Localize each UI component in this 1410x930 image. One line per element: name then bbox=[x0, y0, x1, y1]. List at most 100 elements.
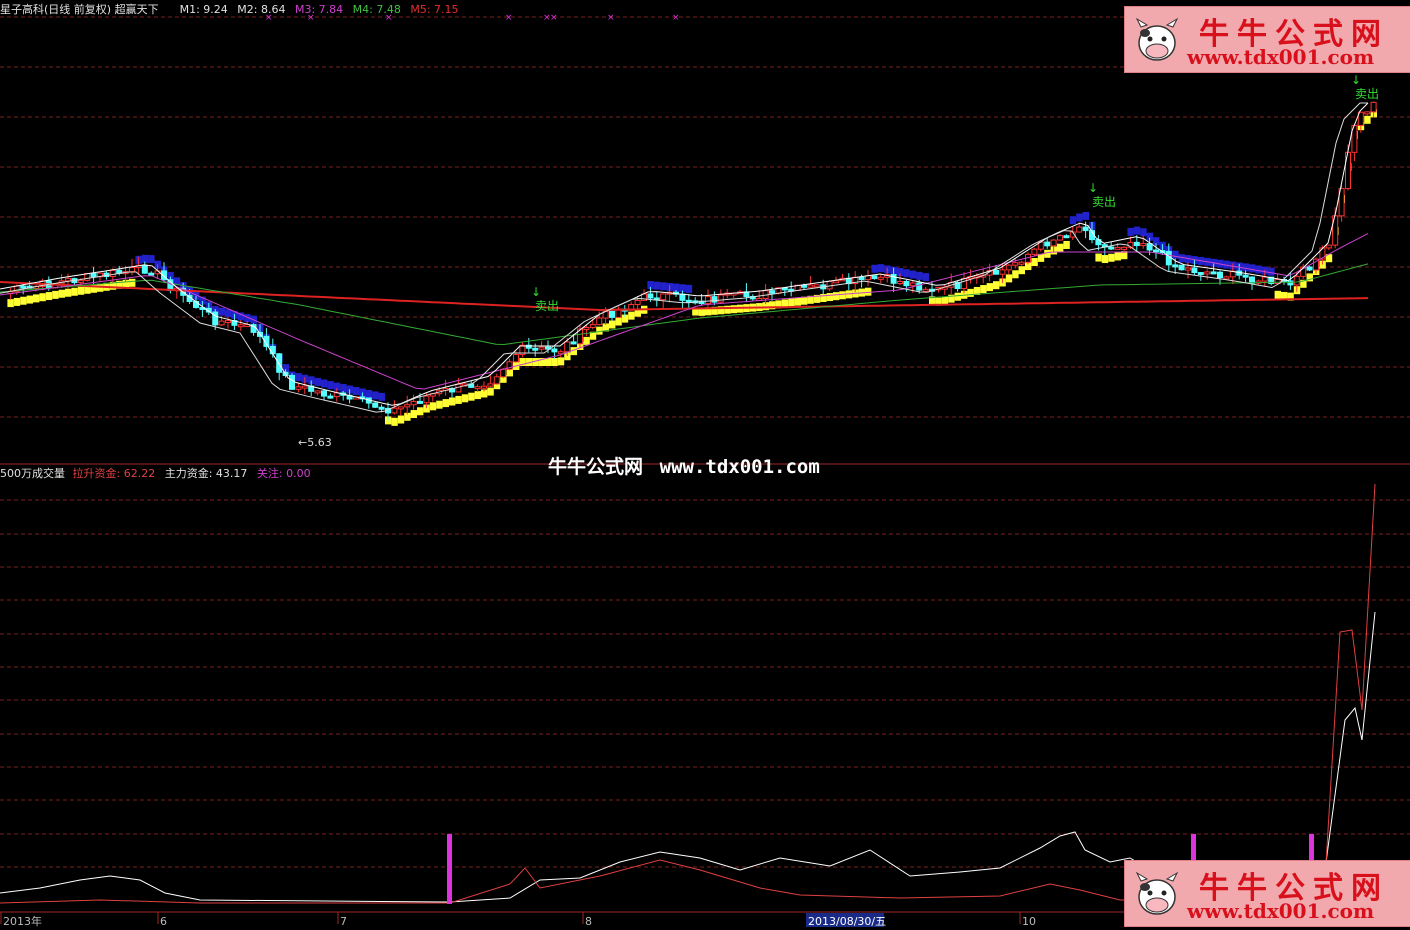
fall-band-block bbox=[372, 391, 379, 400]
candle-body bbox=[1197, 272, 1204, 276]
fall-band-block bbox=[685, 284, 693, 293]
fall-band-block bbox=[1082, 211, 1089, 220]
candle-body bbox=[916, 282, 923, 291]
rise-band-block bbox=[13, 297, 21, 306]
rise-band-block bbox=[1364, 115, 1371, 124]
candle-body bbox=[1018, 261, 1025, 265]
rise-band-block bbox=[1095, 253, 1102, 262]
rise-band-block bbox=[455, 395, 462, 404]
candle-body bbox=[417, 400, 423, 404]
rise-band-block bbox=[545, 358, 552, 366]
candle-body bbox=[564, 341, 571, 353]
candle-body bbox=[378, 406, 385, 410]
fall-band-block bbox=[225, 309, 232, 318]
candle-body bbox=[481, 385, 487, 389]
candle-body bbox=[596, 317, 603, 326]
fall-band-block bbox=[295, 373, 302, 382]
rise-band-block bbox=[1101, 255, 1109, 264]
candle-body bbox=[148, 272, 155, 276]
rise-band-block bbox=[391, 417, 398, 426]
signal-marker: × bbox=[607, 13, 615, 23]
rise-band-block bbox=[77, 286, 85, 295]
candle-body bbox=[685, 299, 692, 303]
candle-body bbox=[269, 345, 276, 355]
rise-band-block bbox=[788, 298, 795, 307]
rise-band-block bbox=[1005, 274, 1013, 283]
site-logo-bottom: 牛牛公式网 www.tdx001.com bbox=[1124, 860, 1410, 927]
signal-marker: × bbox=[672, 13, 680, 23]
rise-band-block bbox=[551, 358, 558, 366]
candle-body bbox=[218, 320, 225, 326]
candle-body bbox=[493, 376, 500, 385]
rise-band-block bbox=[596, 326, 603, 335]
candle-body bbox=[538, 346, 545, 350]
rise-band-block bbox=[583, 336, 590, 345]
arrow-down-icon: ↓ bbox=[531, 285, 541, 299]
candle-body bbox=[705, 296, 711, 305]
signal-marker: × bbox=[505, 13, 513, 23]
cursor-date-label: 2013/08/30/五 bbox=[808, 915, 886, 928]
candle-body bbox=[551, 348, 558, 353]
fall-band-block bbox=[148, 255, 155, 264]
rise-band-block bbox=[609, 320, 616, 329]
center-watermark: 牛牛公式网 www.tdx001.com bbox=[548, 452, 820, 479]
cow-icon bbox=[1135, 17, 1179, 61]
candle-body bbox=[807, 284, 814, 288]
candle-body bbox=[237, 324, 244, 328]
x-tick-label: 2013年 bbox=[3, 914, 42, 928]
rise-band-block bbox=[557, 357, 565, 366]
ma1-value: M1: 9.24 bbox=[179, 3, 228, 16]
indicator-header: 500万成交量 拉升资金: 62.22 主力资金: 43.17 关注: 0.00 bbox=[0, 465, 311, 481]
rise-band-block bbox=[33, 294, 40, 303]
x-tick-label: 10 bbox=[1022, 915, 1036, 928]
watermark-title: 牛牛公式网 bbox=[548, 456, 644, 478]
rise-band-block bbox=[628, 311, 635, 320]
candle-body bbox=[90, 273, 97, 278]
candle-body bbox=[1204, 271, 1211, 275]
ma3-value: M3: 7.84 bbox=[294, 3, 344, 16]
indicator-panel bbox=[0, 483, 1376, 904]
candle-body bbox=[1031, 248, 1038, 255]
rise-band-block bbox=[65, 288, 72, 297]
candle-body bbox=[1076, 226, 1083, 233]
rise-band-block bbox=[1108, 253, 1115, 262]
fall-band-block bbox=[1076, 213, 1083, 222]
candle-body bbox=[903, 281, 910, 287]
stock-title: 星子高科(日线 前复权) 超赢天下 bbox=[0, 3, 159, 16]
rise-band-block bbox=[941, 296, 949, 305]
rise-band-block bbox=[826, 293, 833, 302]
candle-body bbox=[717, 294, 724, 303]
indicator-name: 500万成交量 bbox=[0, 467, 65, 480]
price-panel: ↓卖出↓卖出↓卖出←5.63× × × × × × × × bbox=[0, 13, 1379, 449]
rise-band-block bbox=[730, 305, 737, 314]
rise-band-block bbox=[436, 400, 443, 409]
candle-body bbox=[1165, 250, 1172, 266]
rise-band-block bbox=[58, 289, 65, 298]
candle-body bbox=[77, 279, 84, 284]
fall-band-block bbox=[660, 282, 667, 291]
candle-body bbox=[1293, 275, 1300, 286]
ma2-line bbox=[0, 102, 1368, 413]
candle-body bbox=[1121, 246, 1127, 250]
candle-body bbox=[1210, 271, 1217, 275]
signal-marker: × bbox=[550, 13, 558, 23]
candle-body bbox=[289, 374, 295, 390]
rise-band-block bbox=[468, 392, 475, 401]
candle-body bbox=[1287, 280, 1294, 286]
candle-body bbox=[1325, 244, 1332, 249]
candle-body bbox=[833, 280, 839, 284]
candle-body bbox=[1223, 276, 1230, 280]
rise-band-block bbox=[1274, 290, 1281, 299]
main-fund-value: 主力资金: 43.17 bbox=[164, 467, 248, 480]
candle-body bbox=[1140, 243, 1147, 247]
fall-band-block bbox=[314, 377, 321, 386]
sell-signal-label: 卖出 bbox=[1355, 87, 1379, 101]
rise-band-block bbox=[954, 292, 961, 301]
rise-band-block bbox=[724, 305, 731, 314]
candle-body bbox=[993, 269, 999, 275]
rise-band-block bbox=[967, 288, 974, 297]
rise-band-block bbox=[1044, 249, 1051, 258]
rise-band-block bbox=[26, 295, 33, 304]
fall-band-block bbox=[353, 387, 360, 395]
candle-body bbox=[397, 406, 404, 410]
